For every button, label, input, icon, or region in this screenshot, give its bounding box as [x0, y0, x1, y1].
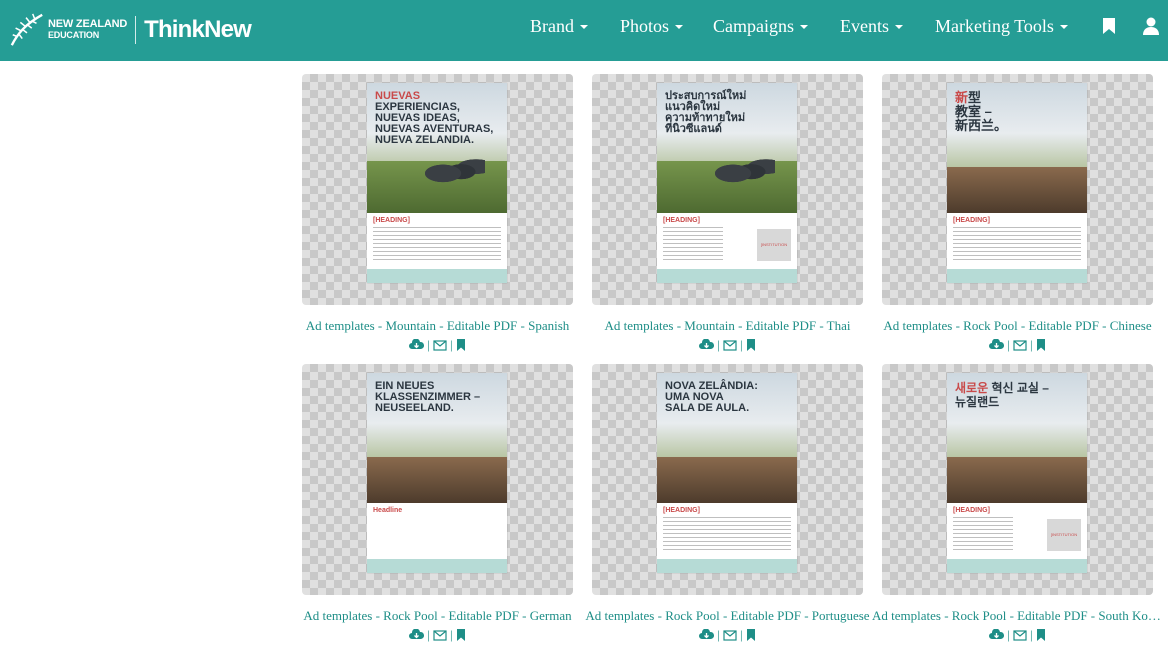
- poster-heading: [HEADING]: [953, 217, 990, 224]
- envelope-icon[interactable]: [1013, 339, 1027, 351]
- cloud-download-icon[interactable]: [409, 339, 425, 351]
- silver-fern-icon: [10, 13, 43, 46]
- poster-headline: NUEVAS EXPERIENCIAS, NUEVAS IDEAS, NUEVA…: [375, 90, 494, 146]
- asset-actions: | |: [592, 627, 863, 643]
- caret-down-icon: [580, 25, 588, 29]
- nav-menu-campaigns[interactable]: Campaigns: [713, 0, 808, 52]
- bookmark-icon[interactable]: [1036, 629, 1046, 641]
- asset-title-link[interactable]: Ad templates - Mountain - Editable PDF -…: [292, 318, 583, 334]
- envelope-icon[interactable]: [1013, 629, 1027, 641]
- institution-logo-placeholder: [INSTITUTION LOGO]: [757, 229, 791, 279]
- poster-preview: 新型 教室 – 新西兰。 [HEADING]: [947, 83, 1087, 283]
- bookmark-icon[interactable]: [456, 339, 466, 351]
- asset-actions: | |: [302, 337, 573, 353]
- asset-actions: | |: [882, 337, 1153, 353]
- brand-logo[interactable]: NEW ZEALAND EDUCATION ThinkNew: [8, 8, 252, 52]
- org-name-line2: EDUCATION: [48, 30, 100, 40]
- bookmark-icon[interactable]: [456, 629, 466, 641]
- cloud-download-icon[interactable]: [409, 629, 425, 641]
- user-icon[interactable]: [1141, 16, 1161, 36]
- poster-heading: [HEADING]: [373, 217, 410, 224]
- bookmark-icon[interactable]: [1099, 16, 1119, 36]
- cloud-download-icon[interactable]: [989, 339, 1005, 351]
- poster-headline: 새로운 혁신 교실 – 뉴질랜드: [955, 381, 1049, 409]
- caret-down-icon: [1059, 25, 1068, 29]
- asset-thumbnail[interactable]: NOVA ZELÂNDIA: UMA NOVA SALA DE AULA. [H…: [592, 364, 863, 595]
- poster-headline: EIN NEUES KLASSENZIMMER – NEUSEELAND.: [375, 380, 481, 414]
- asset-thumbnail[interactable]: 새로운 혁신 교실 – 뉴질랜드 [HEADING] [INSTITUTION …: [882, 364, 1153, 595]
- envelope-icon[interactable]: [433, 339, 447, 351]
- nav-campaigns-label: Campaigns: [713, 15, 794, 36]
- product-name: ThinkNew: [144, 16, 252, 43]
- poster-heading: [HEADING]: [663, 507, 700, 514]
- nav-menu-photos[interactable]: Photos: [620, 0, 684, 52]
- poster-preview: NOVA ZELÂNDIA: UMA NOVA SALA DE AULA. [H…: [657, 373, 797, 573]
- top-navbar: NEW ZEALAND EDUCATION ThinkNew Brand Pho…: [0, 0, 1168, 61]
- bookmark-icon[interactable]: [746, 339, 756, 351]
- caret-down-icon: [800, 25, 808, 29]
- nav-marketing-tools-label: Marketing Tools: [935, 15, 1054, 36]
- asset-thumbnail[interactable]: NUEVAS EXPERIENCIAS, NUEVAS IDEAS, NUEVA…: [302, 74, 573, 305]
- nav-menu-marketing-tools[interactable]: Marketing Tools: [935, 0, 1068, 52]
- bookmark-icon[interactable]: [1036, 339, 1046, 351]
- poster-preview: NUEVAS EXPERIENCIAS, NUEVAS IDEAS, NUEVA…: [367, 83, 507, 283]
- asset-actions: | |: [882, 627, 1153, 643]
- nav-events-label: Events: [840, 15, 889, 36]
- org-name: NEW ZEALAND EDUCATION: [48, 19, 127, 41]
- envelope-icon[interactable]: [433, 629, 447, 641]
- asset-title-link[interactable]: Ad templates - Rock Pool - Editable PDF …: [872, 318, 1163, 334]
- asset-title-link[interactable]: Ad templates - Rock Pool - Editable PDF …: [582, 608, 873, 624]
- nav-menu-events[interactable]: Events: [840, 0, 903, 52]
- bookmark-icon[interactable]: [746, 629, 756, 641]
- asset-thumbnail[interactable]: EIN NEUES KLASSENZIMMER – NEUSEELAND. He…: [302, 364, 573, 595]
- asset-thumbnail[interactable]: ประสบการณ์ใหม่ แนวคิดใหม่ ความท้าทายใหม่…: [592, 74, 863, 305]
- asset-title-link[interactable]: Ad templates - Rock Pool - Editable PDF …: [292, 608, 583, 624]
- asset-thumbnail[interactable]: 新型 教室 – 新西兰。 [HEADING]: [882, 74, 1153, 305]
- brand-divider: [135, 16, 137, 44]
- nav-photos-label: Photos: [620, 15, 670, 36]
- org-name-line1: NEW ZEALAND: [48, 18, 128, 30]
- poster-heading: [HEADING]: [663, 217, 700, 224]
- asset-actions: | |: [302, 627, 573, 643]
- nav-menu-brand[interactable]: Brand: [530, 0, 588, 52]
- caret-down-icon: [895, 25, 903, 29]
- nav-brand-label: Brand: [530, 15, 574, 36]
- cloud-download-icon[interactable]: [989, 629, 1005, 641]
- cloud-download-icon[interactable]: [699, 339, 715, 351]
- institution-logo-placeholder: [INSTITUTION LOGO]: [1047, 519, 1081, 569]
- poster-preview: EIN NEUES KLASSENZIMMER – NEUSEELAND. He…: [367, 373, 507, 573]
- poster-preview: 새로운 혁신 교실 – 뉴질랜드 [HEADING] [INSTITUTION …: [947, 373, 1087, 573]
- asset-title-link[interactable]: Ad templates - Mountain - Editable PDF -…: [582, 318, 873, 334]
- poster-heading: [HEADING]: [953, 507, 990, 514]
- caret-down-icon: [675, 25, 684, 29]
- asset-actions: | |: [592, 337, 863, 353]
- cloud-download-icon[interactable]: [699, 629, 715, 641]
- poster-heading: Headline: [373, 507, 403, 514]
- poster-preview: ประสบการณ์ใหม่ แนวคิดใหม่ ความท้าทายใหม่…: [657, 83, 797, 283]
- poster-headline: ประสบการณ์ใหม่ แนวคิดใหม่ ความท้าทายใหม่…: [665, 90, 747, 135]
- poster-headline: 新型 教室 – 新西兰。: [955, 90, 1008, 133]
- asset-title-link[interactable]: Ad templates - Rock Pool - Editable PDF …: [872, 608, 1163, 624]
- envelope-icon[interactable]: [723, 339, 737, 351]
- envelope-icon[interactable]: [723, 629, 737, 641]
- poster-headline: NOVA ZELÂNDIA: UMA NOVA SALA DE AULA.: [665, 380, 758, 414]
